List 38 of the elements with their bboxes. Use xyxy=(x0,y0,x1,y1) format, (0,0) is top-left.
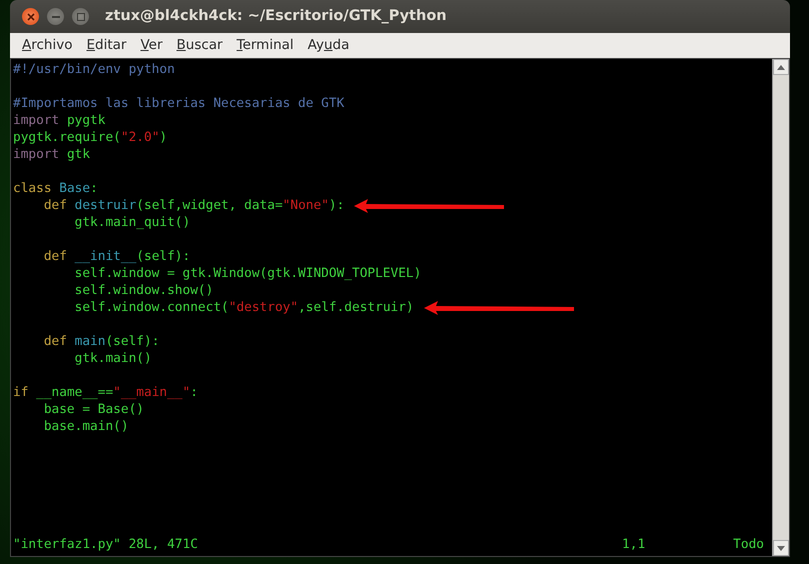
code-line: gtk.main() xyxy=(74,350,152,367)
menu-item[interactable]: Editar xyxy=(85,35,128,56)
code-line: self.window.connect("destroy",self.destruir) xyxy=(74,299,414,316)
code-line: gtk.main_quit() xyxy=(74,214,190,231)
menu-item[interactable]: Ver xyxy=(139,35,164,56)
code-line: self.window.show() xyxy=(74,282,214,299)
file-info: "interfaz1.py" 28L, 471C xyxy=(13,536,198,553)
scroll-down-button[interactable] xyxy=(773,540,789,556)
maximize-icon xyxy=(76,12,84,20)
minimize-button[interactable] xyxy=(47,8,64,25)
code-line: #Importamos las librerias Necesarias de GTK xyxy=(13,95,344,112)
code-line: base.main() xyxy=(42,418,129,435)
menu-item[interactable]: Archivo xyxy=(21,35,74,56)
menu-item[interactable]: Buscar xyxy=(176,35,224,56)
scrollbar[interactable] xyxy=(772,59,789,556)
code-line: import gtk xyxy=(13,146,90,163)
close-icon xyxy=(26,12,34,20)
close-button[interactable] xyxy=(22,8,39,25)
code-line: #!/usr/bin/env python xyxy=(13,61,175,78)
menu-item[interactable]: Terminal xyxy=(236,35,295,56)
code-line: class Base: xyxy=(13,180,98,197)
down-arrow-icon xyxy=(777,546,785,550)
menu-item[interactable]: Ayuda xyxy=(306,35,350,56)
code-line: def destruir(self,widget, data="None"): xyxy=(42,197,344,214)
window-title: ztux@bl4ckh4ck: ~/Escritorio/GTK_Python xyxy=(105,6,447,26)
code-line: if __name__=="__main__": xyxy=(13,384,198,401)
code-line: import pygtk xyxy=(13,112,106,129)
code-line: def __init__(self): xyxy=(42,248,190,265)
code-line: base = Base() xyxy=(42,401,144,418)
up-arrow-icon xyxy=(777,64,785,70)
cursor-position: 1,1 xyxy=(622,536,646,553)
scroll-up-button[interactable] xyxy=(773,59,789,75)
code-line: self.window = gtk.Window(gtk.WINDOW_TOPLEVEL) xyxy=(74,265,422,282)
code-line: def main(self): xyxy=(42,333,160,350)
code-line: pygtk.require("2.0") xyxy=(13,129,168,146)
minimize-icon xyxy=(52,16,60,18)
maximize-button[interactable] xyxy=(72,8,89,25)
scroll-indicator: Todo xyxy=(733,536,764,553)
